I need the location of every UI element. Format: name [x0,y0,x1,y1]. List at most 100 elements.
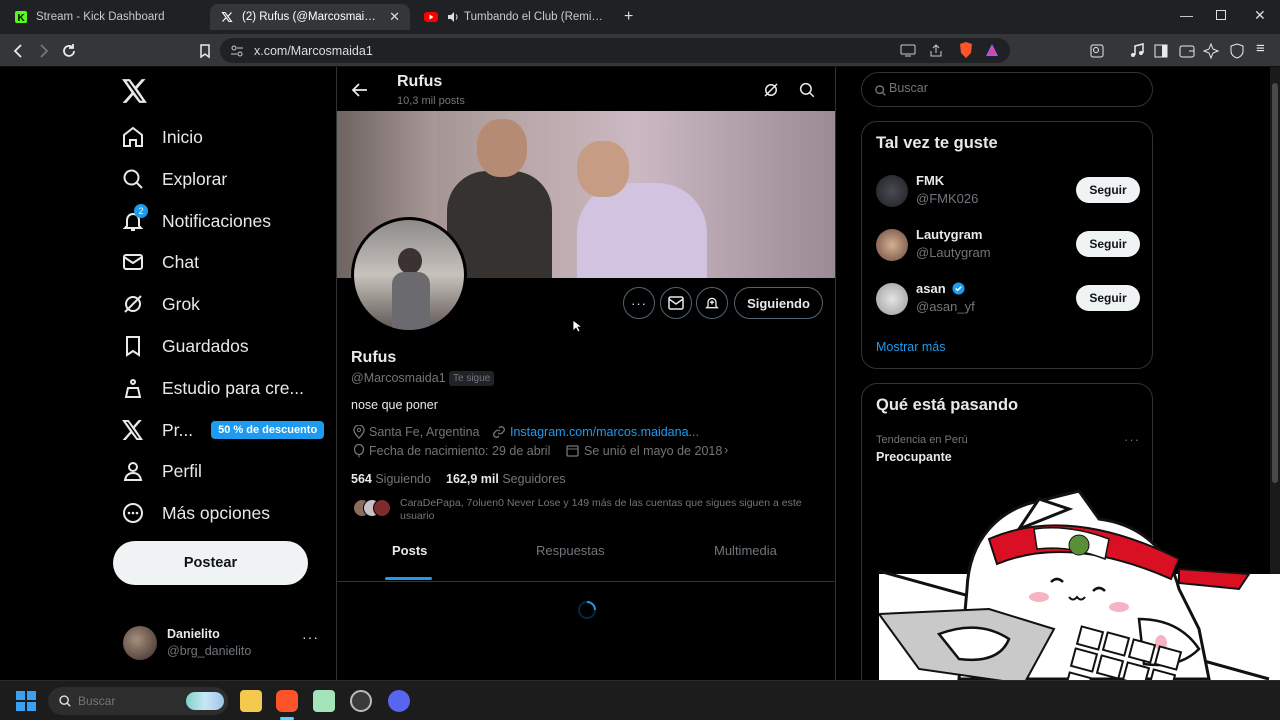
sidebar-item-label: Guardados [162,335,249,356]
follow-button[interactable]: Seguir [1076,285,1140,311]
reader-mode-icon[interactable] [1088,42,1106,60]
search-input[interactable] [889,81,1139,95]
sidebar-toggle-icon[interactable] [1152,42,1170,60]
browser-menu-icon[interactable]: ≡ [1256,40,1265,57]
sidebar-item-grok[interactable]: Grok [120,284,200,324]
mutual-followers-avatars[interactable] [353,499,393,517]
back-arrow-icon[interactable] [351,81,369,99]
tab-multimedia[interactable]: Multimedia [714,543,777,558]
site-settings-icon[interactable] [230,44,244,58]
mail-icon [120,249,146,275]
sidebar-item-guardados[interactable]: Guardados [120,326,249,366]
search-profile-icon[interactable] [798,81,816,99]
tab-kick-dashboard[interactable]: K Stream - Kick Dashboard [4,4,206,30]
minimize-icon[interactable]: — [1180,8,1193,23]
profile-avatar[interactable] [351,217,467,333]
share-icon[interactable] [928,43,944,58]
brave-shield-icon[interactable] [958,41,974,59]
avatar [123,626,157,660]
wallet-icon[interactable] [1178,42,1196,60]
bookmark-page-icon[interactable] [196,42,214,60]
who-to-follow-title: Tal vez te guste [876,134,998,152]
following-count-link[interactable]: 564 Siguiendo [351,472,431,486]
show-more-link[interactable]: Mostrar más [876,340,945,354]
more-circle-icon [120,500,146,526]
sidebar-item-mas-opciones[interactable]: Más opciones [120,493,270,533]
taskbar-search-input[interactable] [78,694,178,708]
bookmark-icon [120,333,146,359]
suggestion-item[interactable]: FMK @FMK026 Seguir [876,173,1140,217]
tab-x-profile[interactable]: (2) Rufus (@Marcosmaida1) / X ✕ [210,4,410,30]
profile-joined[interactable]: Se unió el mayo de 2018 [584,444,722,458]
follow-button[interactable]: Seguir [1076,231,1140,257]
app-icon[interactable] [313,690,335,712]
suggestion-name: Lautygram [916,227,983,242]
notifications-toggle-button[interactable] [696,287,728,319]
windows-taskbar [0,680,1280,720]
file-explorer-icon[interactable] [240,690,262,712]
obs-icon[interactable] [350,690,372,712]
account-switcher[interactable]: Danielito @brg_danielito ··· [120,621,325,665]
maximize-icon[interactable] [1216,10,1226,20]
grok-icon [120,291,146,317]
sidebar-item-chat[interactable]: Chat [120,242,199,282]
cast-icon[interactable] [900,43,916,58]
followers-count-link[interactable]: 162,9 mil Seguidores [446,472,566,486]
media-control-icon[interactable] [1128,42,1146,60]
post-button[interactable]: Postear [113,541,308,585]
sidebar-item-label: Pr... [162,419,194,440]
tab-posts[interactable]: Posts [392,543,427,558]
profile-birthdate: Fecha de nacimiento: 29 de abril [369,444,551,458]
sidebar-item-perfil[interactable]: Perfil [120,451,202,491]
brave-browser-icon[interactable] [276,690,298,712]
more-icon[interactable]: ··· [302,629,319,645]
grok-analyze-icon[interactable] [762,81,780,99]
vpn-icon[interactable] [1228,42,1246,60]
sidebar-item-inicio[interactable]: Inicio [120,117,203,157]
chevron-right-icon[interactable]: › [724,442,728,457]
kick-favicon-icon: K [14,10,28,24]
suggestion-item[interactable]: asan @asan_yf Seguir [876,281,1140,325]
profile-link[interactable]: Instagram.com/marcos.maidana... [510,425,699,439]
sidebar-item-notificaciones[interactable]: 2 Notificaciones [120,201,271,241]
sidebar-item-estudio[interactable]: Estudio para cre... [120,368,304,408]
discord-icon[interactable] [388,690,410,712]
suggestion-item[interactable]: Lautygram @Lautygram Seguir [876,227,1140,271]
x-favicon-icon [220,10,234,24]
more-options-button[interactable]: ··· [623,287,655,319]
mutual-followers-text[interactable]: CaraDePapa, 7oluen0 Never Lose y 149 más… [400,497,825,523]
tab-youtube[interactable]: Tumbando el Club (Remix) (Offici [414,4,618,30]
sidebar-item-premium[interactable]: Pr... 50 % de descuento [120,410,325,450]
sidebar-item-label: Perfil [162,460,202,481]
following-button[interactable]: Siguiendo [734,287,823,319]
profile-column: Rufus 10,3 mil posts ··· Siguiendo Rufus… [336,67,836,680]
x-logo-icon[interactable] [122,79,148,103]
trend-more-icon[interactable]: ··· [1124,432,1140,447]
search-box[interactable] [861,72,1153,107]
tab-respuestas[interactable]: Respuestas [536,543,605,558]
back-icon[interactable] [10,42,28,60]
new-tab-icon[interactable]: + [624,8,633,26]
windows-start-icon[interactable] [16,691,36,711]
trends-title: Qué está pasando [876,396,1019,414]
mouse-cursor-icon [572,319,582,333]
reload-icon[interactable] [60,42,78,60]
browser-tab-strip: K Stream - Kick Dashboard (2) Rufus (@Ma… [0,0,1280,34]
leo-ai-icon[interactable] [1202,42,1220,60]
trend-topic[interactable]: Preocupante [876,450,952,464]
follow-button[interactable]: Seguir [1076,177,1140,203]
account-handle: @brg_danielito [167,644,252,658]
suggestion-name: FMK [916,173,945,188]
scrollbar-thumb[interactable] [1272,83,1278,483]
address-bar[interactable]: x.com/Marcosmaida1 [220,38,1010,63]
close-tab-icon[interactable]: ✕ [389,9,400,25]
search-icon [875,85,886,96]
forward-icon[interactable] [34,42,52,60]
brave-rewards-icon[interactable] [984,42,1000,58]
message-button[interactable] [660,287,692,319]
suggestion-handle: @Lautygram [916,245,991,260]
sidebar-item-explorar[interactable]: Explorar [120,159,227,199]
taskbar-search[interactable] [48,687,228,715]
close-window-icon[interactable]: ✕ [1254,7,1266,24]
premium-discount-badge: 50 % de descuento [211,421,325,439]
